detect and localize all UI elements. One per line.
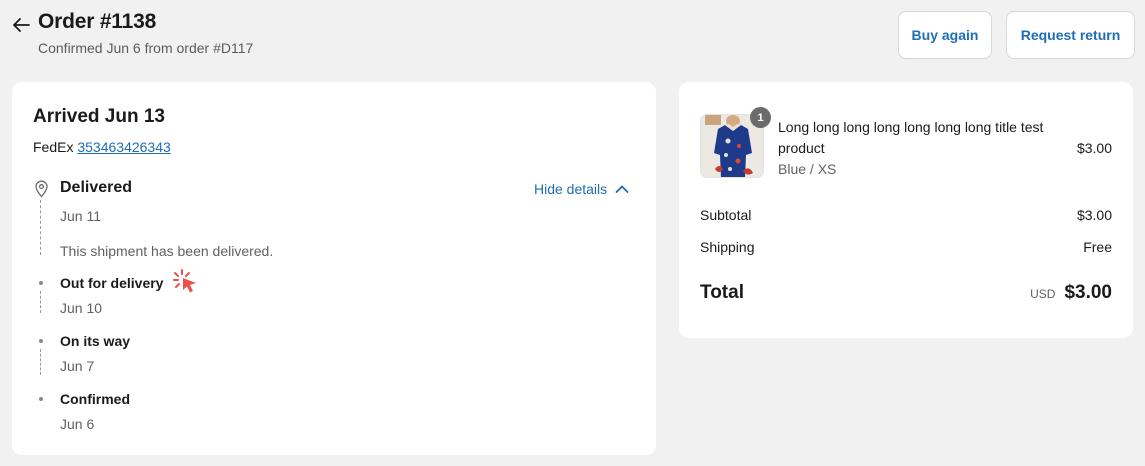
timeline-dot bbox=[39, 281, 43, 285]
page-title: Order #1138 bbox=[38, 10, 157, 33]
timeline-status-on-its-way: On its way bbox=[60, 333, 131, 349]
carrier-line: FedEx 353463426343 bbox=[33, 139, 171, 155]
product-variant: Blue / XS bbox=[778, 161, 837, 177]
order-summary-card: 1 Long long long long long long long tit… bbox=[679, 82, 1133, 338]
shipping-label: Shipping bbox=[700, 239, 755, 255]
shipping-value: Free bbox=[1083, 239, 1112, 255]
chevron-up-icon bbox=[615, 185, 629, 193]
timeline-date: Jun 11 bbox=[60, 208, 101, 224]
map-pin-icon bbox=[35, 180, 48, 198]
timeline-dot bbox=[39, 397, 43, 401]
order-confirmation-text: Confirmed Jun 6 from order #D117 bbox=[38, 40, 254, 56]
timeline-connector bbox=[40, 349, 41, 375]
page-header: Order #1138 Confirmed Jun 6 from order #… bbox=[0, 0, 1145, 70]
buy-again-button[interactable]: Buy again bbox=[898, 11, 992, 59]
product-price: $3.00 bbox=[1076, 140, 1112, 156]
total-label: Total bbox=[700, 282, 744, 303]
timeline-connector bbox=[40, 200, 41, 255]
timeline-date: Jun 10 bbox=[60, 300, 103, 316]
carrier-name: FedEx bbox=[33, 139, 74, 155]
currency-code: USD bbox=[1030, 287, 1056, 301]
total-value: $3.00 bbox=[1064, 282, 1112, 303]
shipment-card: Arrived Jun 13 FedEx 353463426343 Delive… bbox=[12, 82, 656, 455]
subtotal-label: Subtotal bbox=[700, 207, 752, 223]
product-title: Long long long long long long long title… bbox=[778, 119, 1044, 156]
quantity-badge: 1 bbox=[750, 107, 771, 128]
click-cursor-icon bbox=[173, 269, 196, 293]
shipment-heading: Arrived Jun 13 bbox=[33, 106, 165, 127]
hide-details-toggle[interactable]: Hide details bbox=[534, 181, 629, 197]
timeline-date: Jun 7 bbox=[60, 358, 95, 374]
timeline-date: Jun 6 bbox=[60, 416, 95, 432]
timeline-note: This shipment has been delivered. bbox=[60, 243, 274, 259]
arrow-left-icon[interactable] bbox=[10, 14, 32, 36]
hide-details-label: Hide details bbox=[534, 181, 608, 197]
timeline-status-delivered: Delivered bbox=[60, 179, 133, 196]
tracking-number-link[interactable]: 353463426343 bbox=[77, 139, 170, 155]
subtotal-value: $3.00 bbox=[1076, 207, 1112, 223]
timeline-status-confirmed: Confirmed bbox=[60, 391, 130, 407]
timeline-dot bbox=[39, 339, 43, 343]
timeline-connector bbox=[40, 291, 41, 313]
timeline-status-out-for-delivery: Out for delivery bbox=[60, 275, 164, 291]
total-amount: USD $3.00 bbox=[1030, 282, 1112, 304]
request-return-button[interactable]: Request return bbox=[1006, 11, 1135, 59]
